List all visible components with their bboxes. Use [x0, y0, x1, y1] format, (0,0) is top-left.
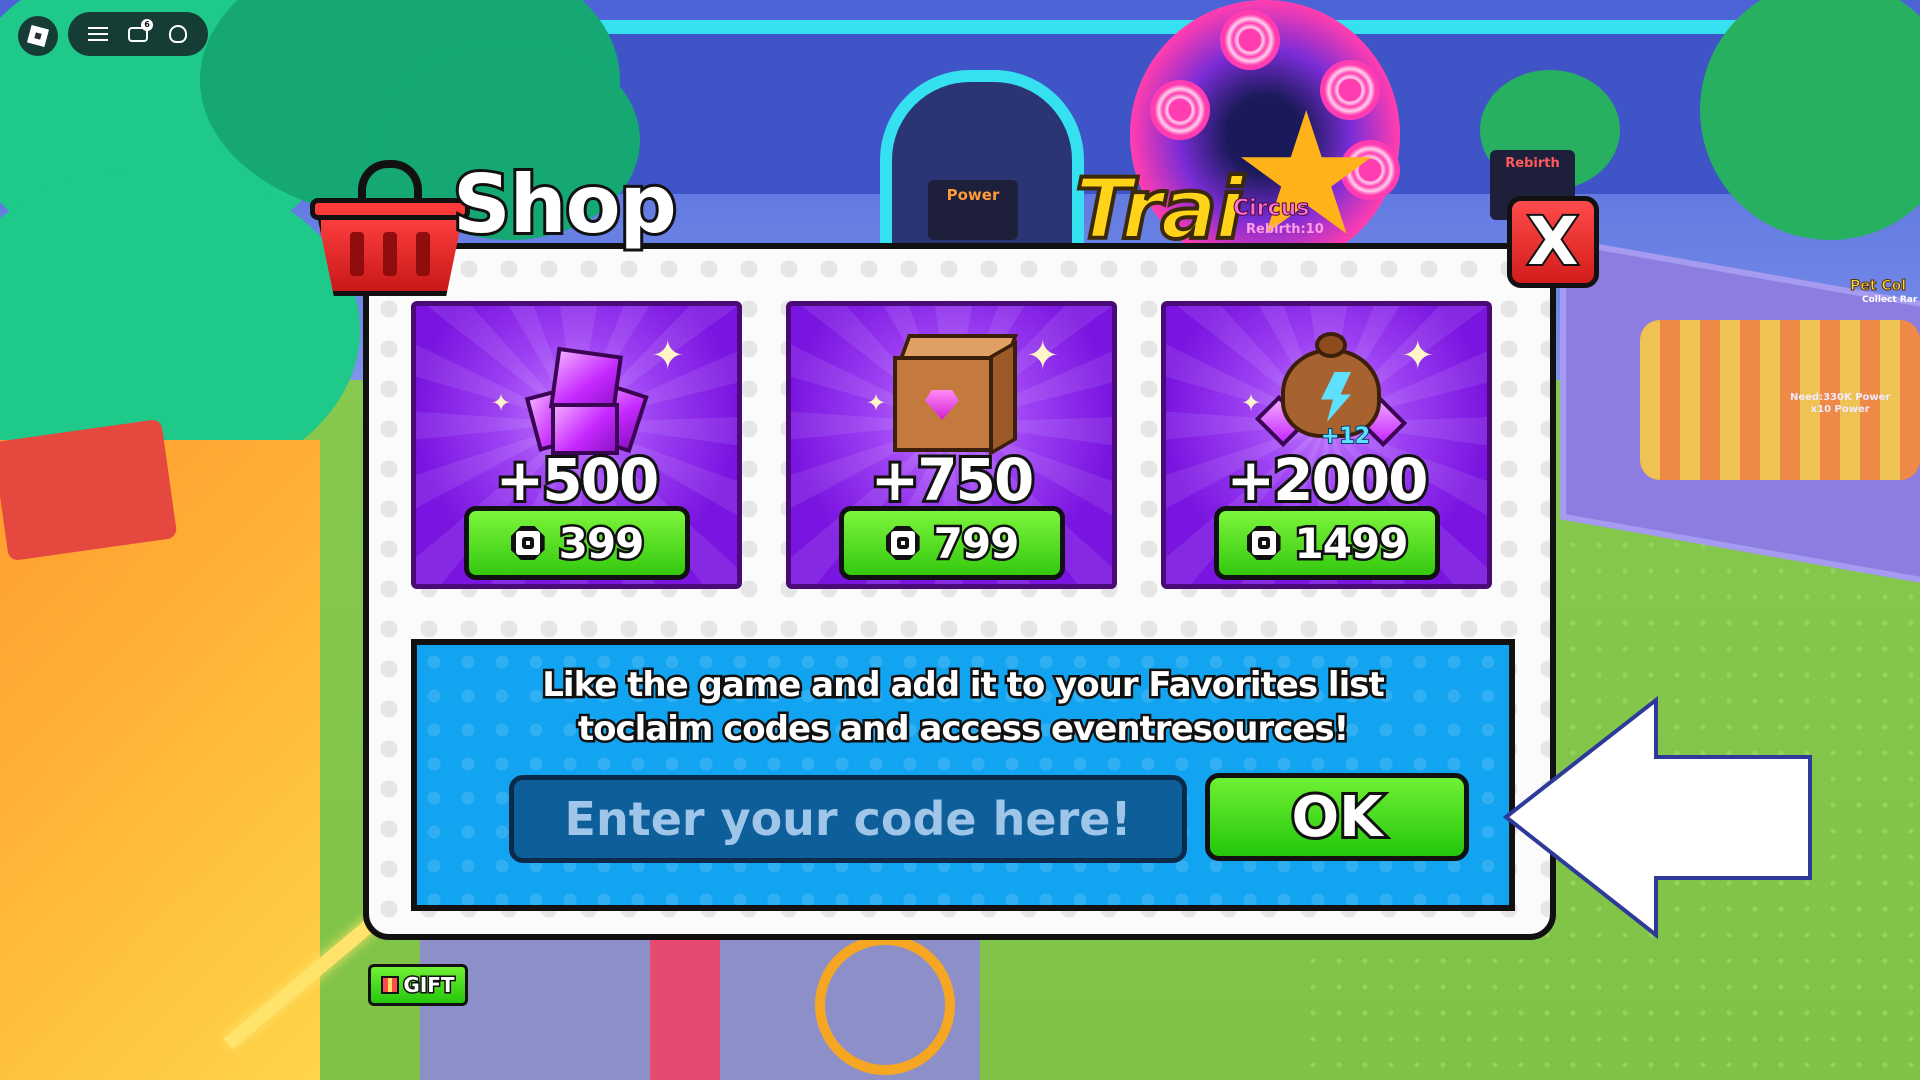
code-input[interactable] [509, 775, 1187, 863]
sparkle-icon: ✦ [651, 333, 685, 379]
basket-icon [310, 160, 470, 300]
gift-label: GIFT [402, 972, 456, 999]
chat-badge: 6 [141, 19, 153, 31]
robux-icon [885, 526, 920, 560]
code-instructions-line2: toclaim codes and access eventresources! [575, 707, 1351, 752]
item-price: 1499 [1292, 516, 1411, 570]
gem-pile-icon [511, 341, 651, 455]
code-instructions-line1: Like the game and add it to your Favorit… [540, 663, 1387, 708]
sparkle-icon: ✦ [866, 389, 887, 417]
ok-button[interactable]: OK [1205, 773, 1469, 861]
power-sign: Power [928, 180, 1018, 240]
buy-button[interactable]: 1499 [1214, 506, 1440, 580]
gem-bag-icon: +12 [1251, 328, 1411, 458]
pet-collect-label: Pet Col [1849, 278, 1907, 295]
close-button[interactable]: X [1507, 196, 1599, 288]
shop-item-card[interactable]: ✦ ✦ +12 +2000 1499 [1161, 301, 1492, 589]
code-redeem-panel: Like the game and add it to your Favorit… [411, 639, 1515, 911]
roblox-topbar: 6 [68, 12, 208, 56]
sparkle-icon: ✦ [491, 389, 512, 417]
item-price: 399 [556, 516, 647, 570]
hoop [815, 935, 955, 1075]
need-power-text: Need:330K Power x10 Power [1790, 392, 1890, 416]
pet-collect-sublabel: Collect Rar [1862, 295, 1918, 305]
item-amount: +2000 [1223, 443, 1431, 517]
robux-icon [1246, 526, 1281, 560]
chat-icon[interactable]: 6 [125, 19, 153, 47]
item-amount: +500 [493, 443, 663, 517]
code-instructions: Like the game and add it to your Favorit… [417, 663, 1509, 752]
shop-title: Shop [450, 155, 680, 254]
zone-name: Circus [1232, 196, 1310, 222]
shop-item-card[interactable]: ✦ ✦ +500 399 [411, 301, 742, 589]
need-power-label: Need:330K Power [1790, 392, 1891, 403]
red-structure [0, 418, 178, 562]
gift-button[interactable]: GIFT [368, 964, 468, 1006]
swirl-decoration [1220, 10, 1280, 70]
ok-label: OK [1289, 782, 1386, 853]
roblox-logo-icon [26, 24, 50, 48]
gift-icon [381, 976, 400, 994]
avatar-icon[interactable] [165, 21, 191, 47]
zone-requirement: Rebirth:10 [1246, 222, 1324, 237]
road-stripe [650, 940, 720, 1080]
roblox-logo-button[interactable] [18, 16, 58, 56]
buy-button[interactable]: 799 [839, 506, 1065, 580]
close-icon: X [1526, 203, 1581, 280]
item-amount: +750 [868, 443, 1038, 517]
shop-item-card[interactable]: ✦ ✦ +750 799 [786, 301, 1117, 589]
gem-box-icon [893, 334, 1019, 457]
swirl-decoration [1150, 80, 1210, 140]
item-price: 799 [931, 516, 1022, 570]
menu-icon[interactable] [85, 21, 111, 47]
need-power-sublabel: x10 Power [1810, 404, 1870, 415]
sparkle-icon: ✦ [1026, 333, 1060, 379]
arrow-left-icon [1502, 695, 1812, 940]
robux-icon [510, 526, 545, 560]
buy-button[interactable]: 399 [464, 506, 690, 580]
